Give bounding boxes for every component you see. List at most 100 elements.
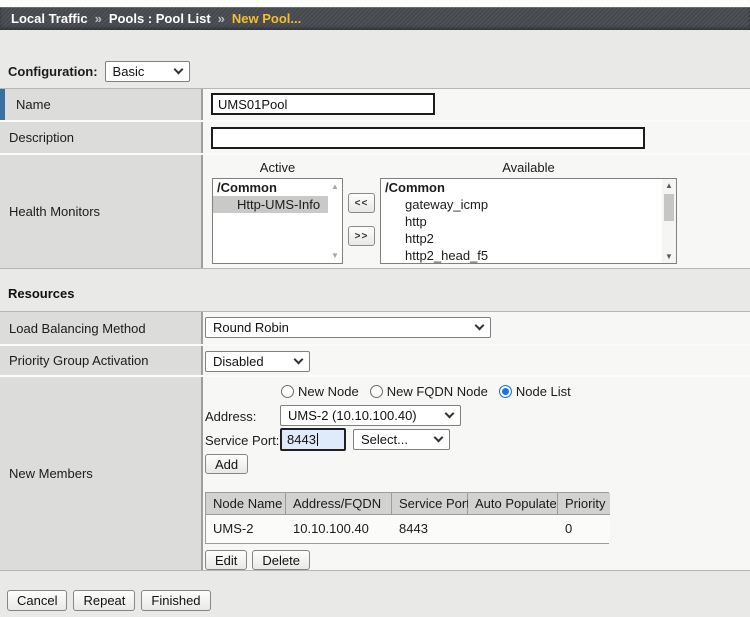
address-label: Address:: [205, 409, 256, 424]
scrollbar-thumb[interactable]: [664, 194, 674, 221]
member-row-buttons: Edit Delete: [205, 550, 310, 570]
priority-group-row: Priority Group Activation Disabled: [0, 344, 750, 375]
finished-button[interactable]: Finished: [141, 590, 210, 611]
name-label: Name: [16, 97, 51, 112]
description-content-cell: [203, 122, 750, 153]
available-monitor-item[interactable]: http2_head_f5: [381, 247, 662, 264]
chevron-down-icon: [434, 433, 444, 443]
new-pool-page: Local Traffic » Pools : Pool List » New …: [0, 0, 750, 617]
address-select[interactable]: UMS-2 (10.10.100.40): [280, 405, 461, 426]
health-monitors-label: Health Monitors: [9, 204, 100, 219]
radio-button-icon[interactable]: [281, 385, 294, 398]
edit-button[interactable]: Edit: [205, 550, 247, 570]
breadcrumb-current-page: New Pool...: [232, 11, 301, 26]
radio-button-selected-icon[interactable]: [499, 385, 512, 398]
available-column-label: Available: [380, 160, 677, 175]
configuration-select-value: Basic: [113, 64, 145, 79]
chevron-down-icon: [173, 65, 183, 75]
node-type-radio-group: New Node New FQDN Node Node List: [281, 384, 571, 399]
configuration-select[interactable]: Basic: [105, 61, 190, 82]
load-balancing-label-cell: Load Balancing Method: [0, 312, 203, 344]
radio-label-node-list: Node List: [516, 384, 571, 399]
available-monitor-item[interactable]: gateway_icmp: [381, 196, 662, 213]
available-monitor-item[interactable]: http2: [381, 230, 662, 247]
description-input[interactable]: [211, 127, 645, 149]
name-row: Name: [0, 89, 750, 120]
new-members-label: New Members: [9, 466, 93, 481]
service-port-select[interactable]: Select...: [353, 429, 450, 450]
address-select-value: UMS-2 (10.10.100.40): [288, 408, 417, 423]
chevron-down-icon: [445, 409, 455, 419]
radio-option-new-node[interactable]: New Node: [281, 384, 359, 399]
name-input[interactable]: [211, 93, 435, 115]
service-port-input[interactable]: 8443: [280, 428, 346, 451]
configuration-label: Configuration:: [8, 64, 98, 79]
member-cell-service-port: 8443: [392, 515, 468, 543]
priority-group-select-value: Disabled: [213, 354, 264, 369]
chevron-down-icon: [475, 321, 485, 331]
load-balancing-select-value: Round Robin: [213, 320, 289, 335]
scroll-up-icon[interactable]: ▲: [331, 182, 339, 191]
members-table-header-address: Address/FQDN: [286, 493, 392, 515]
active-monitor-item[interactable]: Http-UMS-Info: [213, 196, 328, 213]
scroll-down-icon[interactable]: ▼: [665, 252, 673, 261]
members-table-header-auto-populate: Auto Populate: [468, 493, 558, 515]
new-members-content-cell: New Node New FQDN Node Node List Address…: [203, 377, 750, 570]
active-listbox-scrollbar[interactable]: ▲ ▼: [328, 179, 342, 263]
add-button[interactable]: Add: [205, 454, 248, 474]
active-monitors-listbox[interactable]: /Common Http-UMS-Info ▲ ▼: [212, 178, 343, 264]
scroll-up-icon[interactable]: ▲: [665, 181, 673, 190]
move-to-available-button[interactable]: >>: [348, 226, 375, 246]
description-label-cell: Description: [0, 122, 203, 153]
available-monitor-item[interactable]: http: [381, 213, 662, 230]
general-properties-table: Name Description Health Monitors Active …: [0, 88, 750, 269]
name-content-cell: [203, 89, 750, 120]
member-cell-priority: 0: [558, 515, 610, 543]
radio-option-node-list[interactable]: Node List: [499, 384, 571, 399]
cancel-button[interactable]: Cancel: [7, 590, 67, 611]
repeat-button[interactable]: Repeat: [73, 590, 135, 611]
load-balancing-select[interactable]: Round Robin: [205, 317, 491, 338]
priority-group-select[interactable]: Disabled: [205, 351, 310, 372]
health-monitors-row: Health Monitors Active Available /Common…: [0, 153, 750, 268]
breadcrumb-separator-icon: »: [218, 11, 225, 26]
move-to-active-button[interactable]: <<: [348, 193, 375, 213]
available-listbox-scrollbar[interactable]: ▲ ▼: [662, 179, 676, 263]
members-table-header-priority: Priority: [558, 493, 610, 515]
service-port-label: Service Port:: [205, 433, 279, 448]
active-folder-item: /Common: [213, 179, 328, 196]
resources-table: Load Balancing Method Round Robin Priori…: [0, 311, 750, 571]
priority-group-label: Priority Group Activation: [9, 353, 148, 368]
service-port-value: 8443: [287, 432, 316, 447]
health-monitors-label-cell: Health Monitors: [0, 155, 203, 268]
available-monitors-listbox[interactable]: /Common gateway_icmp http http2 http2_he…: [380, 178, 677, 264]
description-row: Description: [0, 120, 750, 153]
radio-option-new-fqdn-node[interactable]: New FQDN Node: [370, 384, 488, 399]
available-folder-item: /Common: [381, 179, 662, 196]
breadcrumb-pool-list[interactable]: Pools : Pool List: [109, 11, 211, 26]
radio-button-icon[interactable]: [370, 385, 383, 398]
members-table-header-node-name: Node Name: [206, 493, 286, 515]
name-label-cell: Name: [0, 89, 203, 120]
active-column-label: Active: [212, 160, 343, 175]
members-table-header-service-port: Service Port: [392, 493, 468, 515]
required-indicator-bar: [0, 89, 5, 120]
top-margin-strip: [0, 0, 750, 7]
delete-button[interactable]: Delete: [252, 550, 310, 570]
member-cell-node-name[interactable]: UMS-2: [206, 515, 286, 543]
breadcrumb-separator-icon: »: [95, 11, 102, 26]
description-label: Description: [9, 130, 74, 145]
chevron-down-icon: [294, 355, 304, 365]
new-members-label-cell: New Members: [0, 377, 203, 570]
priority-group-content-cell: Disabled: [203, 346, 750, 375]
breadcrumb-local-traffic[interactable]: Local Traffic: [11, 11, 88, 26]
resources-section-title: Resources: [8, 286, 74, 301]
monitor-move-buttons: << >>: [348, 193, 375, 246]
breadcrumb: Local Traffic » Pools : Pool List » New …: [0, 7, 750, 30]
service-port-select-value: Select...: [361, 432, 408, 447]
configuration-row: Configuration: Basic: [8, 61, 190, 82]
radio-label-new-node: New Node: [298, 384, 359, 399]
radio-label-new-fqdn-node: New FQDN Node: [387, 384, 488, 399]
scroll-down-icon[interactable]: ▼: [331, 251, 339, 260]
members-table: Node Name Address/FQDN Service Port Auto…: [205, 492, 609, 544]
